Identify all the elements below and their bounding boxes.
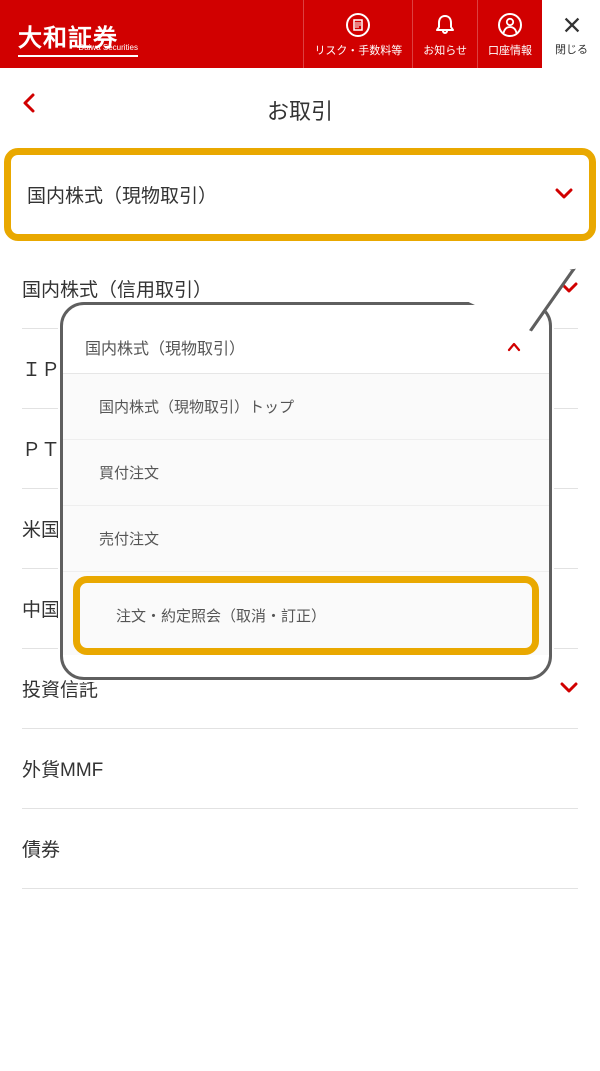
chevron-left-icon xyxy=(22,92,36,114)
popup-title-text: 国内株式（現物取引） xyxy=(85,335,245,359)
bell-icon xyxy=(433,13,457,42)
nav-label: 閉じる xyxy=(555,41,588,57)
nav-label: 口座情報 xyxy=(488,42,532,58)
nav-risk-fees[interactable]: リスク・手数料等 xyxy=(303,0,412,68)
back-button[interactable] xyxy=(22,92,36,120)
highlighted-popup-item: 注文・約定照会（取消・訂正） xyxy=(73,576,539,655)
menu-row-label: 債券 xyxy=(22,835,60,862)
nav-account-info[interactable]: 口座情報 xyxy=(477,0,542,68)
nav-label: リスク・手数料等 xyxy=(314,42,402,58)
popup-item-top[interactable]: 国内株式（現物取引）トップ xyxy=(63,374,549,440)
menu-row-label: 国内株式（信用取引） xyxy=(22,275,212,302)
menu-row-domestic-cash[interactable]: 国内株式（現物取引） xyxy=(11,155,589,234)
menu-row-foreign-mmf[interactable]: 外貨MMF xyxy=(22,729,578,809)
nav-notifications[interactable]: お知らせ xyxy=(412,0,477,68)
logo-sub-text: Daiwa Securities xyxy=(78,43,138,52)
close-icon xyxy=(561,14,583,41)
popup-item-label: 注文・約定照会（取消・訂正） xyxy=(116,608,326,625)
popup-item-label: 国内株式（現物取引）トップ xyxy=(99,399,294,416)
popup-item-label: 売付注文 xyxy=(99,531,159,548)
app-header: 大和証券 Daiwa Securities リスク・手数料等 お知らせ 口座情報… xyxy=(0,0,600,68)
popup-item-order-inquiry[interactable]: 注文・約定照会（取消・訂正） xyxy=(80,583,532,648)
popup-item-buy[interactable]: 買付注文 xyxy=(63,440,549,506)
page-title-bar: お取引 xyxy=(0,68,600,148)
submenu-popup: 国内株式（現物取引） 国内株式（現物取引）トップ 買付注文 売付注文 注文・約定… xyxy=(60,302,552,680)
menu-row-bonds[interactable]: 債券 xyxy=(22,809,578,889)
popup-item-sell[interactable]: 売付注文 xyxy=(63,506,549,572)
chevron-down-icon xyxy=(560,678,578,699)
menu-row-label: 外貨MMF xyxy=(22,755,103,782)
highlighted-menu-item: 国内株式（現物取引） xyxy=(4,148,596,241)
user-icon xyxy=(498,13,522,42)
popup-header[interactable]: 国内株式（現物取引） xyxy=(63,319,549,374)
nav-close[interactable]: 閉じる xyxy=(542,0,600,68)
document-icon xyxy=(346,13,370,42)
menu-row-label: 国内株式（現物取引） xyxy=(27,181,217,208)
nav-label: お知らせ xyxy=(423,42,467,58)
popup-item-label: 買付注文 xyxy=(99,465,159,482)
page-title: お取引 xyxy=(267,99,333,124)
chevron-up-icon xyxy=(507,339,521,355)
chevron-down-icon xyxy=(555,184,573,205)
brand-logo: 大和証券 Daiwa Securities xyxy=(0,0,303,68)
